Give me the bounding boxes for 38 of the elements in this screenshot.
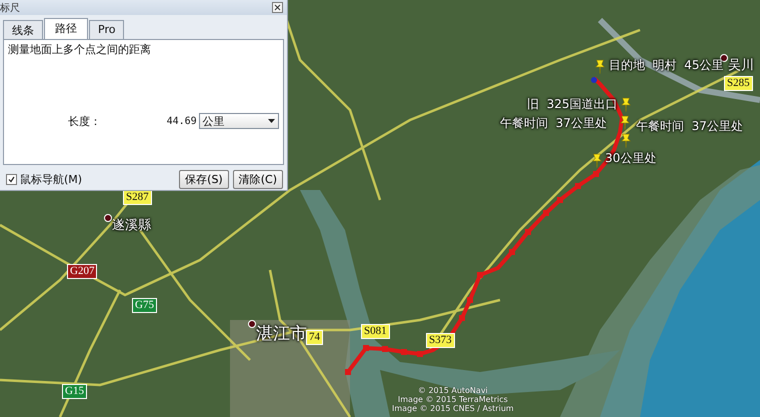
road-shield: 74 [306, 330, 323, 345]
pushpin-icon[interactable] [591, 152, 603, 170]
pushpin-icon[interactable] [619, 114, 631, 132]
place-label: 吴川 [728, 57, 754, 74]
checkbox-label: 鼠标导航(M) [20, 172, 82, 187]
road-shield: G207 [67, 264, 98, 279]
road-shield: S081 [361, 324, 390, 339]
placemark-label: 午餐时间 37公里处 [500, 115, 607, 132]
close-button[interactable] [272, 2, 283, 13]
caret-icon [268, 119, 275, 123]
window-title: 标尺 [0, 2, 20, 14]
checkbox[interactable] [6, 174, 17, 185]
check-icon [8, 176, 15, 183]
pushpin-icon[interactable] [620, 96, 632, 114]
road-shield: S287 [123, 190, 152, 205]
tab[interactable]: 线条 [3, 20, 43, 40]
close-icon [274, 4, 281, 11]
attribution-text: Image © 2015 CNES / Astrium [392, 404, 514, 413]
attribution-text: Image © 2015 TerraMetrics [398, 395, 508, 404]
tab[interactable]: Pro [89, 20, 124, 40]
road-shield: G75 [132, 298, 157, 313]
mouse-navigation-checkbox[interactable]: 鼠标导航(M) [6, 172, 82, 187]
place-label: 遂溪縣 [112, 217, 151, 234]
placemark-label: 午餐时间 37公里处 [636, 118, 743, 135]
road-shield: S373 [426, 333, 455, 348]
tab[interactable]: 路径 [44, 18, 88, 40]
attribution-text: © 2015 AutoNavi [418, 386, 488, 395]
placemark-label: 目的地 明村 45公里 [609, 57, 724, 74]
pushpin-icon[interactable] [594, 58, 606, 76]
road-shield: S285 [724, 76, 753, 91]
description-text: 测量地面上多个点之间的距离 [8, 42, 152, 57]
dialog-button[interactable]: 保存(S) [179, 170, 229, 189]
pushpin-icon[interactable] [620, 132, 632, 150]
unit-dropdown[interactable]: 公里 [198, 113, 279, 129]
dialog-button[interactable]: 清除(C) [232, 170, 283, 189]
road-shield: G15 [62, 384, 87, 399]
length-label: 长度： [68, 114, 102, 128]
length-value: 44.69 [166, 116, 197, 126]
